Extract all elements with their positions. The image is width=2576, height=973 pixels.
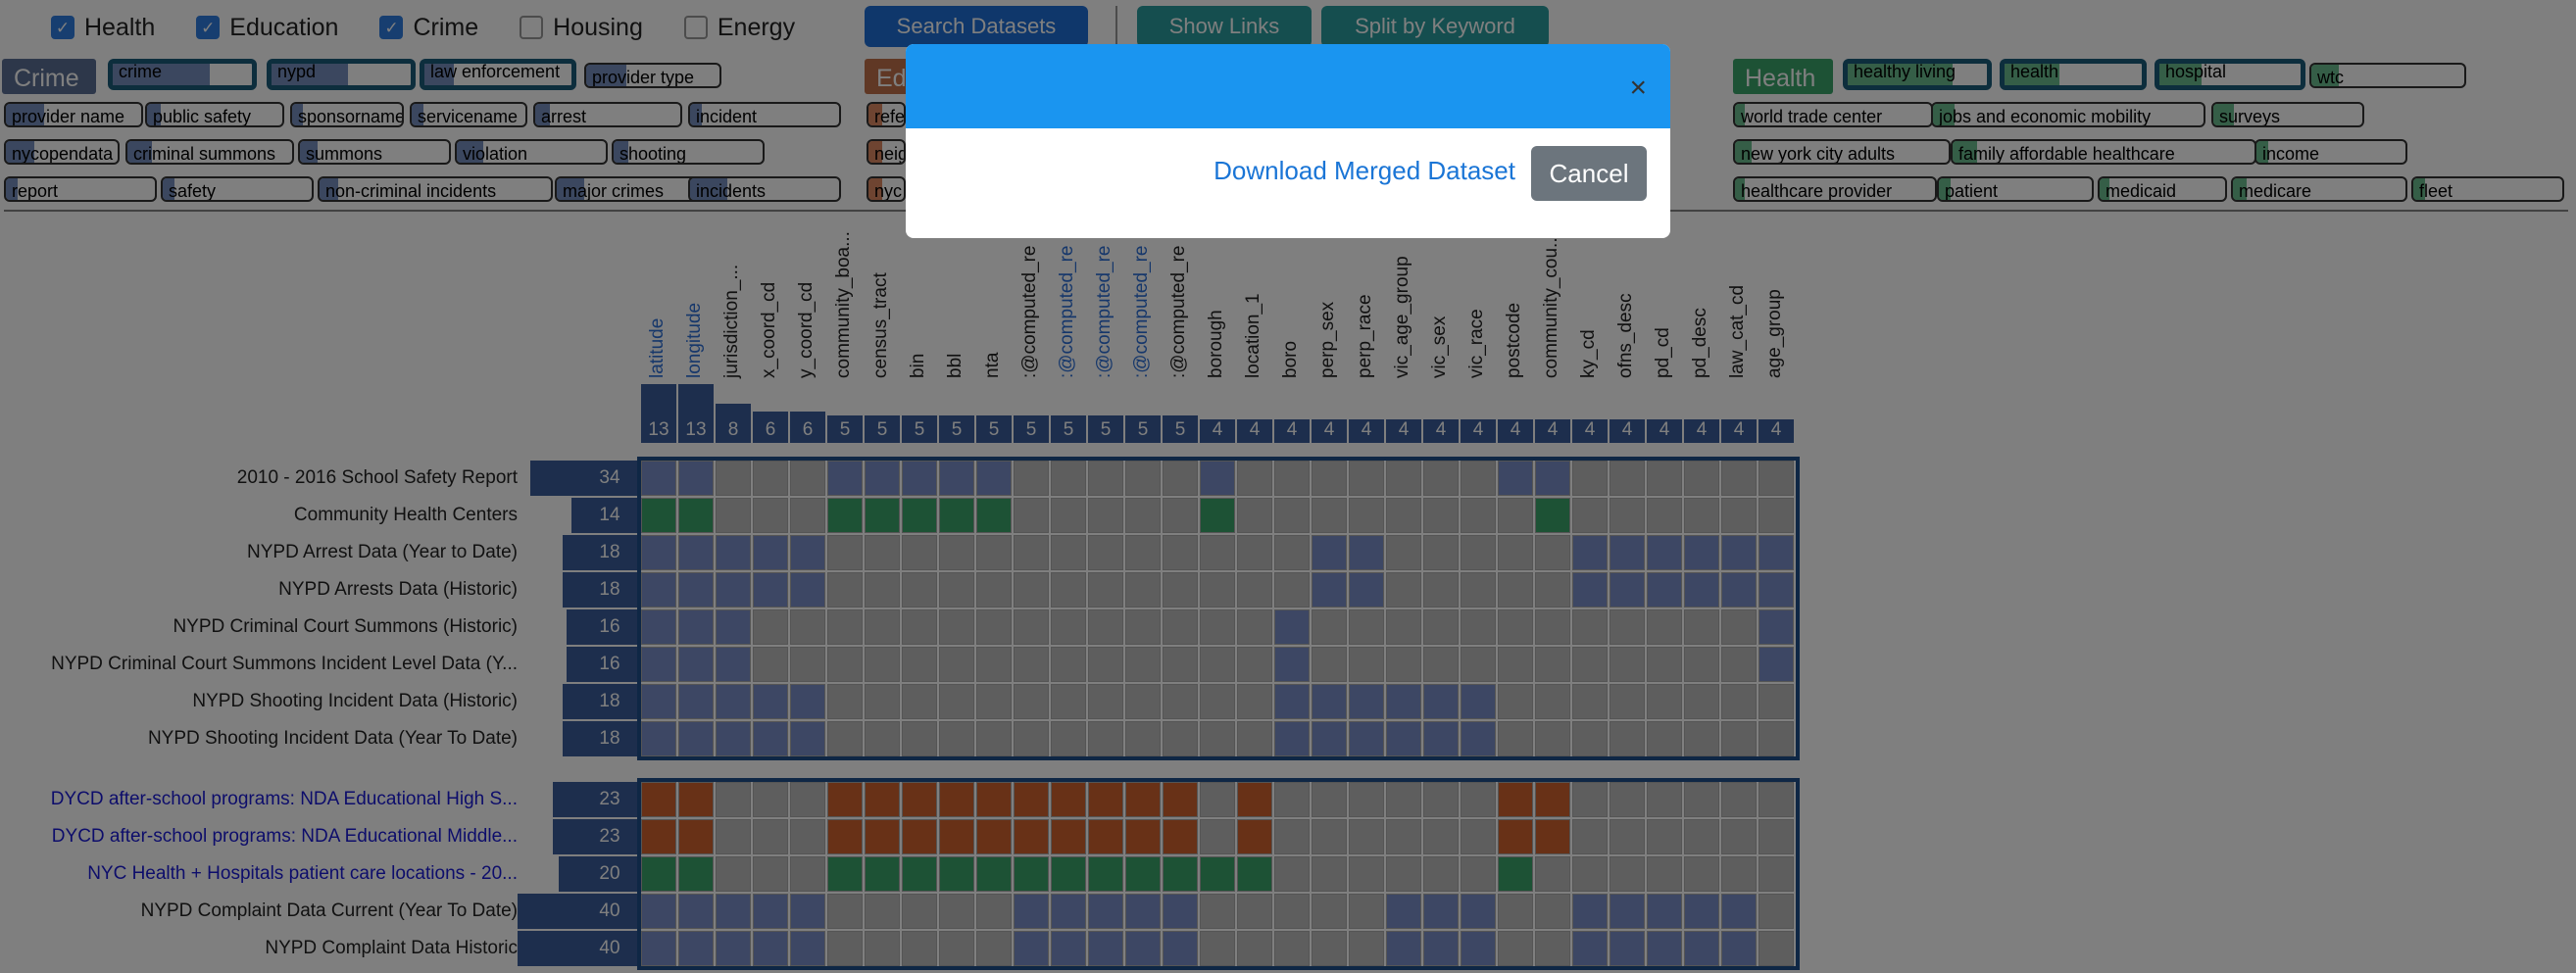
tag-label: report (12, 181, 59, 201)
tag-label: safety (169, 181, 217, 201)
tag-label: fleet (2419, 181, 2453, 201)
tag-label: surveys (2219, 107, 2281, 126)
tag-label: family affordable healthcare (1958, 144, 2175, 164)
tag-label: neig (874, 144, 906, 164)
tag-label: income (2262, 144, 2320, 164)
tag-label: nyc (874, 181, 903, 201)
tag-label: nycopendata (12, 144, 114, 164)
tag-label: incidents (696, 181, 767, 201)
tag-label: criminal summons (133, 144, 276, 164)
tag-label: healthcare provider (1741, 181, 1893, 201)
close-icon[interactable]: × (1629, 72, 1647, 105)
tag-label: incident (696, 107, 758, 126)
tag-label: nypd (277, 62, 317, 81)
tag-label: wtc (2317, 68, 2344, 87)
tag-label: medicare (2239, 181, 2312, 201)
tag-label: healthy living (1854, 62, 1957, 81)
tag-label: law enforcement (430, 62, 561, 81)
tag-label: violation (463, 144, 528, 164)
tag-label: servicename (418, 107, 519, 126)
tag-label: refe (874, 107, 906, 126)
tag-label: shooting (619, 144, 687, 164)
modal-header: × (906, 44, 1670, 128)
tag-label: major crimes (563, 181, 665, 201)
tag-label: medicaid (2105, 181, 2177, 201)
tag-label: non-criminal incidents (325, 181, 497, 201)
modal-body: Download Merged Dataset Cancel (906, 128, 1670, 238)
tag-label: hospital (2165, 62, 2227, 81)
tag-label: sponsorname (298, 107, 404, 126)
merge-modal: × Download Merged Dataset Cancel (906, 44, 1670, 238)
tag-label: health (2010, 62, 2059, 81)
tag-label: world trade center (1741, 107, 1883, 126)
tag-label: provider name (12, 107, 125, 126)
download-merged-dataset-link[interactable]: Download Merged Dataset (1214, 156, 1515, 186)
tag-label: arrest (541, 107, 587, 126)
tag-label: crime (119, 62, 162, 81)
tag-label: patient (1945, 181, 1999, 201)
tag-label: jobs and economic mobility (1939, 107, 2152, 126)
tag-label: provider type (592, 68, 695, 87)
cancel-button[interactable]: Cancel (1531, 146, 1647, 201)
tag-label: new york city adults (1741, 144, 1896, 164)
tag-label: summons (306, 144, 383, 164)
app-root: ✓Health✓Education✓CrimeHousingEnergy Sea… (0, 0, 2576, 973)
tag-label: public safety (153, 107, 252, 126)
